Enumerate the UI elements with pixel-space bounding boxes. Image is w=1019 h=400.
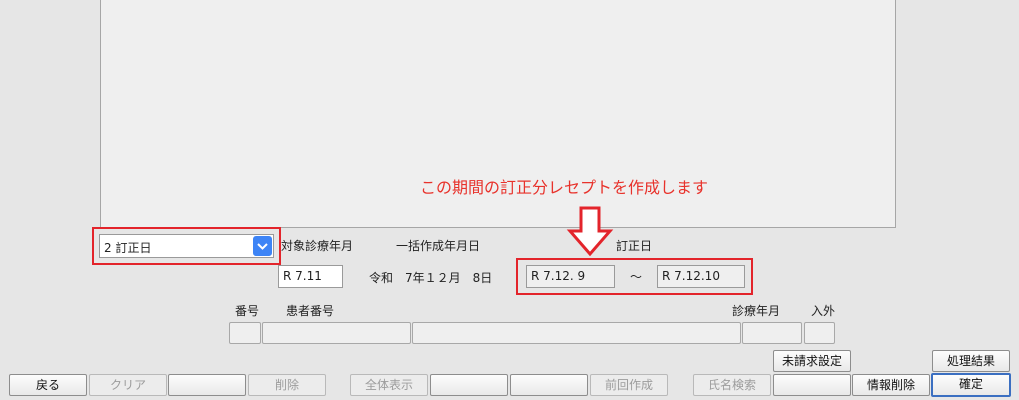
info-delete-button[interactable]: 情報削除 — [852, 374, 930, 396]
blank-button-7[interactable] — [510, 374, 588, 396]
patient-name-field[interactable] — [412, 322, 741, 344]
correction-date-from-field[interactable]: R 7.12. 9 — [526, 265, 615, 288]
service-month-label: 診療年月 — [732, 304, 781, 318]
clear-button[interactable]: クリア — [89, 374, 167, 396]
blank-button-10[interactable] — [773, 374, 851, 396]
target-month-label: 対象診療年月 — [281, 239, 354, 253]
show-all-button[interactable]: 全体表示 — [350, 374, 428, 396]
confirm-button[interactable]: 確定 — [931, 373, 1011, 397]
correction-date-to-field[interactable]: R 7.12.10 — [657, 265, 745, 288]
mode-select-value: 2 訂正日 — [104, 241, 152, 255]
blank-button-3[interactable] — [168, 374, 246, 396]
name-search-button[interactable]: 氏名検索 — [693, 374, 771, 396]
patient-number-label: 患者番号 — [286, 304, 335, 318]
patient-number-field[interactable] — [262, 322, 411, 344]
chevron-down-icon[interactable] — [253, 236, 272, 256]
process-result-button[interactable]: 処理結果 — [932, 350, 1010, 372]
down-arrow-icon — [566, 206, 614, 257]
target-month-field[interactable]: R 7.11 — [278, 265, 343, 288]
correction-date-label: 訂正日 — [616, 239, 653, 253]
unbilled-settings-button[interactable]: 未請求設定 — [773, 350, 851, 372]
delete-button[interactable]: 削除 — [248, 374, 326, 396]
inpatient-outpatient-label: 入外 — [811, 304, 836, 318]
number-label: 番号 — [235, 304, 260, 318]
blank-button-6[interactable] — [430, 374, 508, 396]
annotation-text: この期間の訂正分レセプトを作成します — [420, 178, 709, 197]
inpatient-outpatient-field[interactable] — [804, 322, 835, 344]
batch-date-label: 一括作成年月日 — [396, 239, 481, 253]
batch-date-value: 令和 7年１２月 8日 — [369, 271, 493, 285]
number-field[interactable] — [229, 322, 261, 344]
mode-select[interactable]: 2 訂正日 — [99, 234, 274, 258]
service-month-field[interactable] — [742, 322, 802, 344]
date-range-separator: ～ — [630, 270, 643, 284]
previous-created-button[interactable]: 前回作成 — [590, 374, 668, 396]
back-button[interactable]: 戻る — [9, 374, 87, 396]
